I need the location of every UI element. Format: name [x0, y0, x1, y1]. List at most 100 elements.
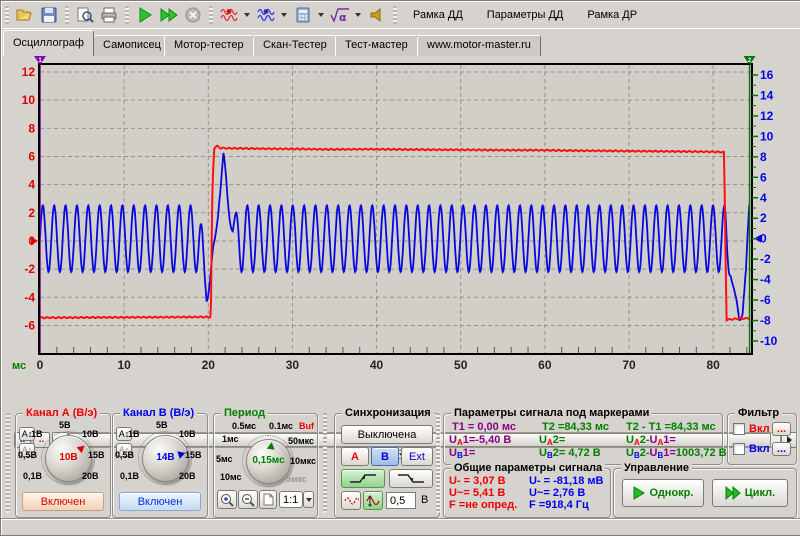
rising-edge-icon [349, 472, 377, 485]
save-file-button[interactable] [37, 4, 61, 26]
menu-ramka-dd[interactable]: Рамка ДД [401, 5, 475, 25]
sync-state-button[interactable]: Выключена [341, 425, 433, 444]
channel-b-settings-button[interactable] [254, 4, 278, 26]
floppy-disk-icon [41, 7, 57, 23]
calculator-icon [296, 7, 310, 23]
sync-edge-rising-button[interactable] [341, 469, 385, 488]
tab-motor-tester[interactable]: Мотор-тестер [164, 35, 254, 56]
sync-mode-auto-button[interactable] [341, 491, 361, 510]
calculator-dropdown[interactable] [315, 4, 326, 26]
scale-ratio-value[interactable]: 1:1 [279, 491, 303, 508]
tab-scan-tester[interactable]: Скан-Тестер [253, 35, 337, 56]
readout-t2: Т2 =84,33 мс [542, 421, 609, 433]
oscilloscope-canvas[interactable]: 12121086420-2-4-61614121086420-2-4-6-8-1… [2, 56, 799, 376]
menu-parametry-dd[interactable]: Параметры ДД [475, 5, 576, 25]
readout-a-freq: F =не опред. [449, 499, 517, 511]
sync-level-input[interactable] [386, 492, 416, 509]
chevron-down-icon [355, 13, 361, 17]
tab-samopisec[interactable]: Самописец [93, 35, 171, 56]
channel-b-power-button[interactable]: Включен [119, 492, 201, 511]
start-button[interactable] [133, 4, 157, 26]
readout-ua2-ua1: UА2-UА1= [626, 434, 676, 447]
knob-label: 5мс [216, 454, 233, 464]
readout-t2-t1: Т2 - Т1 =84,33 мс [626, 421, 716, 433]
toolbar: α Рамка ДД Параметры ДД Рамка ДР [1, 1, 800, 29]
filter-b-checkbox[interactable] [733, 443, 745, 455]
zoom-in-button[interactable] [217, 490, 237, 509]
tab-motor-master-ru[interactable]: www.motor-master.ru [417, 35, 541, 56]
tab-oscillograph[interactable]: Осциллограф [3, 30, 94, 56]
readout-b-freq: F =918,4 Гц [529, 499, 589, 511]
new-view-button[interactable] [259, 490, 277, 509]
tab-test-master[interactable]: Тест-мастер [335, 35, 418, 56]
filter-title: Фильтр [735, 407, 782, 419]
svg-text:мс: мс [12, 360, 26, 372]
channel-b-range-value: 14В [143, 452, 188, 463]
svg-text:-10: -10 [760, 334, 778, 348]
panel-grip[interactable] [436, 413, 440, 513]
sync-panel: Синхронизация Выключена А В Ext В [334, 413, 440, 518]
red-waveform-icon [220, 7, 238, 23]
sync-mode-level-button[interactable] [363, 491, 383, 510]
channel-a-title: Канал А (В/э) [23, 407, 100, 419]
channel-a-power-button[interactable]: Включен [22, 492, 104, 511]
sound-button[interactable] [365, 4, 389, 26]
panel-grip[interactable] [323, 413, 327, 513]
math-functions-dropdown[interactable] [352, 4, 363, 26]
cycle-run-label: Цикл. [745, 487, 775, 499]
single-run-button[interactable]: Однокр. [622, 479, 704, 507]
calculator-button[interactable] [291, 4, 315, 26]
toolbar-grip[interactable] [209, 6, 213, 24]
period-panel: Период 0,15мс 0.5мс 0.1мс Buf 1мс 50мкс … [213, 413, 318, 518]
filter-b-more-button[interactable]: ... [772, 442, 791, 456]
knob-label: 10В [179, 429, 196, 439]
svg-text:-8: -8 [760, 314, 771, 328]
knob-label: 5В [59, 420, 71, 430]
svg-text:30: 30 [286, 358, 300, 372]
svg-text:0: 0 [28, 234, 35, 248]
readout-a-uac: U~= 5,41 В [449, 487, 505, 499]
period-knob[interactable]: 0,15мс [246, 439, 291, 484]
stop-button[interactable] [181, 4, 205, 26]
open-file-button[interactable] [13, 4, 37, 26]
preview-icon [76, 7, 94, 23]
svg-text:-2: -2 [24, 262, 35, 276]
svg-text:6: 6 [760, 170, 767, 184]
preview-button[interactable] [73, 4, 97, 26]
sync-source-ext-button[interactable]: Ext [401, 447, 433, 466]
sync-source-b-button[interactable]: В [371, 447, 399, 466]
play-icon [137, 7, 153, 23]
start-cycle-button[interactable] [157, 4, 181, 26]
channel-a-settings-button[interactable] [217, 4, 241, 26]
channel-a-settings-dropdown[interactable] [241, 4, 252, 26]
channel-b-settings-dropdown[interactable] [278, 4, 289, 26]
filter-a-more-button[interactable]: ... [772, 422, 791, 436]
knob-label: 0.1мс [269, 421, 293, 431]
math-functions-button[interactable]: α [328, 4, 352, 26]
print-button[interactable] [97, 4, 121, 26]
toolbar-grip[interactable] [393, 6, 397, 24]
sync-title: Синхронизация [342, 407, 434, 419]
knob-label: 0,5В [18, 450, 37, 460]
panel-grip[interactable] [6, 413, 10, 513]
printer-icon [100, 7, 118, 23]
sync-edge-falling-button[interactable] [389, 469, 433, 488]
filter-a-checkbox[interactable] [733, 423, 745, 435]
toolbar-grip[interactable] [125, 6, 129, 24]
toolbar-grip[interactable] [5, 6, 9, 24]
sync-source-a-button[interactable]: А [341, 447, 369, 466]
readout-t1: Т1 = 0,00 мс [452, 421, 516, 433]
toolbar-grip[interactable] [65, 6, 69, 24]
menu-ramka-dr[interactable]: Рамка ДР [575, 5, 649, 25]
sine-level-icon [366, 495, 381, 507]
svg-text:4: 4 [28, 178, 35, 192]
play-icon [633, 486, 645, 500]
scale-ratio-dropdown[interactable] [303, 491, 314, 508]
filter-a-label: Вкл [749, 423, 770, 435]
svg-text:12: 12 [22, 65, 36, 79]
cycle-run-button[interactable]: Цикл. [712, 479, 788, 507]
zoom-out-button[interactable] [238, 490, 258, 509]
knob-label: 10мс [220, 472, 242, 482]
zoom-in-icon [220, 493, 234, 507]
zoom-out-icon [241, 493, 255, 507]
